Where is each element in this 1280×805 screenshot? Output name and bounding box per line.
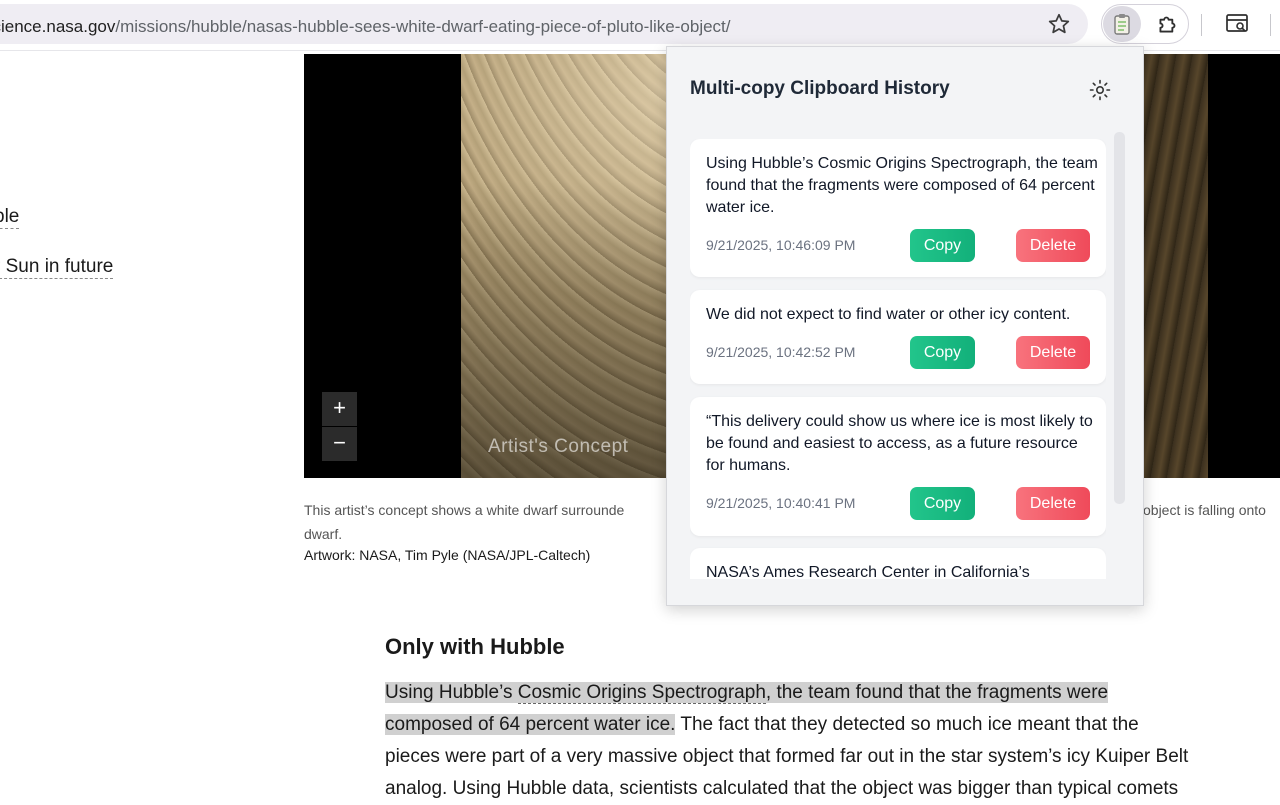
popup-title: Multi-copy Clipboard History — [690, 78, 950, 99]
puzzle-extensions-icon[interactable] — [1155, 11, 1181, 42]
image-credit: Artwork: NASA, Tim Pyle (NASA/JPL-Caltec… — [304, 547, 591, 563]
clipboard-entry: Using Hubble’s Cosmic Origins Spectrogra… — [690, 139, 1106, 277]
toolbar-divider — [1270, 14, 1271, 36]
url-path: /missions/hubble/nasas-hubble-sees-white… — [115, 17, 731, 36]
entry-timestamp: 9/21/2025, 10:40:41 PM — [706, 495, 856, 511]
sidebar-link[interactable]: ble — [0, 206, 20, 229]
caption-text: object is falling onto — [1143, 502, 1266, 518]
url-host: science.nasa.gov — [0, 17, 116, 36]
tab-search-icon[interactable] — [1225, 12, 1251, 41]
copy-button[interactable]: Copy — [910, 229, 975, 262]
clipboard-list[interactable]: Using Hubble’s Cosmic Origins Spectrogra… — [690, 139, 1106, 579]
entry-text: Using Hubble’s Cosmic Origins Spectrogra… — [706, 155, 1098, 216]
caption-text: dwarf. — [304, 526, 343, 542]
zoom-out-button[interactable]: − — [322, 427, 357, 461]
image-overlay-text: Artist's Concept — [488, 436, 629, 457]
settings-gear-icon[interactable] — [1088, 78, 1112, 107]
spectrograph-link[interactable]: Cosmic Origins Spectrograph — [517, 682, 766, 704]
clipboard-entry: We did not expect to find water or other… — [690, 290, 1106, 384]
section-heading: Only with Hubble — [385, 634, 565, 659]
text-line: pieces were part of a very massive objec… — [385, 746, 1189, 767]
clipboard-entry: NASA’s Ames Research Center in Californi… — [690, 548, 1106, 579]
copy-button[interactable]: Copy — [910, 336, 975, 369]
popup-scrollbar[interactable] — [1114, 132, 1125, 504]
text-fragment: Using Hubble’s — [385, 682, 518, 703]
entry-text: NASA’s Ames Research Center in Californi… — [706, 564, 1030, 579]
delete-button[interactable]: Delete — [1016, 229, 1090, 262]
browser-toolbar: science.nasa.gov/missions/hubble/nasas-h… — [0, 0, 1280, 51]
toolbar-divider — [1201, 14, 1202, 36]
clipboard-extension-button[interactable] — [1103, 6, 1141, 42]
article-paragraph: Using Hubble’s Cosmic Origins Spectrogra… — [385, 677, 1280, 805]
text-fragment: , the team found that the fragments were — [765, 682, 1109, 703]
sidebar-link[interactable]: r Sun in future — [0, 256, 114, 279]
clipboard-entry: “This delivery could show us where ice i… — [690, 397, 1106, 536]
selected-text: composed of 64 percent water ice. — [385, 714, 676, 735]
bookmark-star-icon[interactable] — [1046, 11, 1072, 37]
address-bar[interactable]: science.nasa.gov/missions/hubble/nasas-h… — [0, 4, 1088, 44]
entry-text: We did not expect to find water or other… — [706, 306, 1071, 323]
selected-text: Using Hubble’s Cosmic Origins Spectrogra… — [385, 682, 1109, 704]
caption-text: This artist’s concept shows a white dwar… — [304, 502, 625, 518]
zoom-in-button[interactable]: + — [322, 392, 357, 426]
delete-button[interactable]: Delete — [1016, 487, 1090, 520]
entry-text: “This delivery could show us where ice i… — [706, 413, 1093, 474]
text-line: analog. Using Hubble data, scientists ca… — [385, 778, 1179, 799]
entry-timestamp: 9/21/2025, 10:46:09 PM — [706, 237, 856, 253]
clipboard-icon — [1114, 14, 1130, 35]
copy-button[interactable]: Copy — [910, 487, 975, 520]
delete-button[interactable]: Delete — [1016, 336, 1090, 369]
url-text[interactable]: science.nasa.gov/missions/hubble/nasas-h… — [0, 17, 731, 37]
clipboard-history-popup: Multi-copy Clipboard History Using Hubbl… — [666, 46, 1144, 606]
image-edge — [1144, 54, 1208, 478]
text-fragment: The fact that they detected so much ice … — [675, 714, 1139, 735]
entry-timestamp: 9/21/2025, 10:42:52 PM — [706, 344, 856, 360]
